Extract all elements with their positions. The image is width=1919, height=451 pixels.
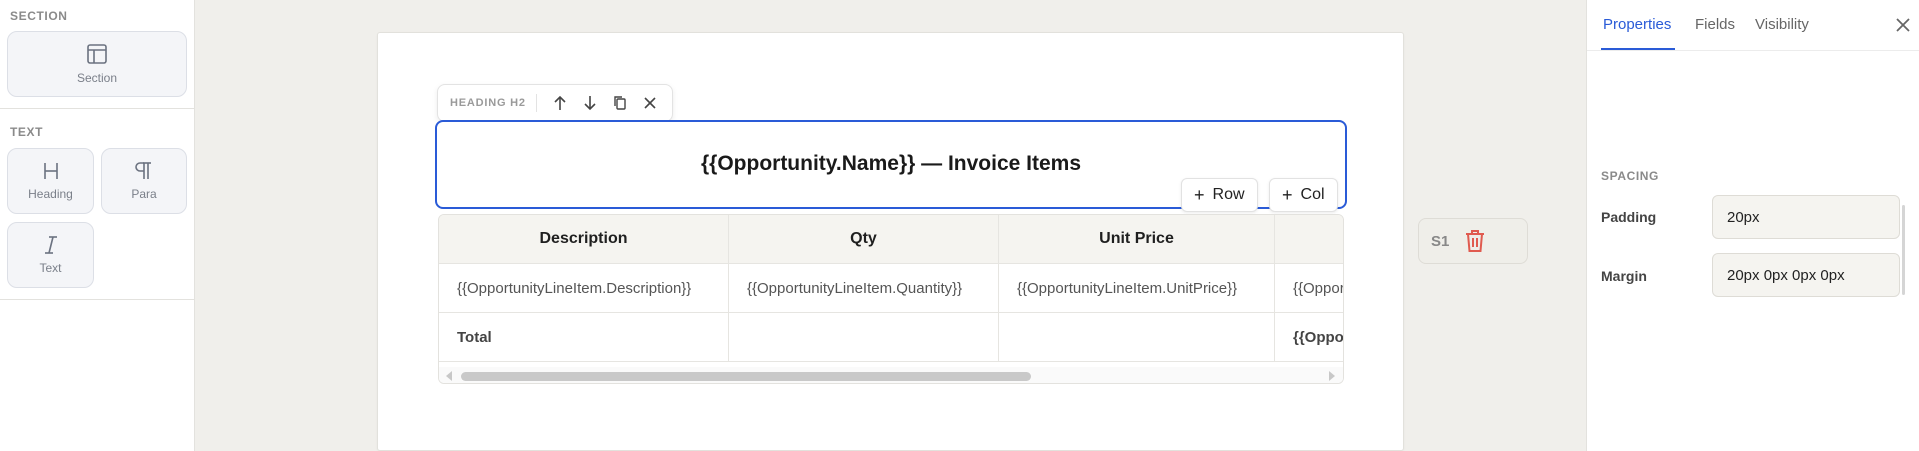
table-cell[interactable]: {{OpportunityLineItem.TotalPrice}}: [1275, 264, 1343, 312]
padding-input[interactable]: [1712, 195, 1900, 239]
table-header-cell[interactable]: Unit Price: [999, 215, 1275, 263]
add-column-label: Col: [1300, 186, 1325, 203]
move-down-button[interactable]: [575, 88, 605, 118]
palette-section-tile[interactable]: Section: [7, 31, 187, 97]
palette-divider-bottom: [0, 299, 195, 300]
table-cell[interactable]: [729, 313, 999, 361]
close-icon: [644, 97, 656, 109]
toolbar-separator: [535, 94, 537, 112]
text-group-title: TEXT: [10, 125, 44, 139]
margin-label: Margin: [1601, 268, 1647, 284]
table-row: Total {{Opportunity.Amount}}: [439, 313, 1343, 361]
palette-section-label: Section: [76, 71, 118, 85]
palette-divider: [0, 108, 195, 109]
section-badge: S1: [1418, 218, 1528, 264]
panel-scrollbar[interactable]: [1902, 205, 1905, 295]
row-divider: [439, 361, 1343, 362]
table-header-row: Description Qty Unit Price: [439, 215, 1343, 263]
scroll-right-icon[interactable]: [1329, 371, 1335, 381]
table-header-cell[interactable]: Qty: [729, 215, 999, 263]
plus-icon: +: [1194, 184, 1205, 205]
tabs-divider: [1587, 50, 1919, 51]
table-cell[interactable]: {{OpportunityLineItem.UnitPrice}}: [999, 264, 1275, 312]
tab-fields[interactable]: Fields: [1695, 16, 1735, 33]
arrow-up-icon: [554, 95, 566, 110]
table-cell[interactable]: [999, 313, 1275, 361]
close-panel-button[interactable]: [1892, 14, 1914, 36]
section-badge-label: S1: [1431, 232, 1450, 250]
margin-input[interactable]: [1712, 253, 1900, 297]
palette-text-tile[interactable]: Text: [7, 222, 94, 288]
table-cell[interactable]: Total: [439, 313, 729, 361]
trash-icon: [1466, 230, 1485, 252]
add-column-button[interactable]: + Col: [1269, 178, 1338, 212]
move-up-button[interactable]: [545, 88, 575, 118]
scroll-left-icon[interactable]: [446, 371, 452, 381]
table-row: {{OpportunityLineItem.Description}} {{Op…: [439, 264, 1343, 312]
close-icon: [1896, 18, 1910, 32]
table-header-cell[interactable]: Description: [439, 215, 729, 263]
layout-icon: [87, 44, 107, 64]
scrollbar-thumb[interactable]: [461, 372, 1031, 381]
table-horizontal-scrollbar[interactable]: [439, 367, 1343, 383]
palette-para-tile[interactable]: Para: [101, 148, 187, 214]
heading-text[interactable]: {{Opportunity.Name}} — Invoice Items: [437, 152, 1345, 176]
paragraph-icon: [135, 162, 151, 179]
palette-heading-label: Heading: [28, 187, 73, 201]
copy-icon: [614, 96, 626, 110]
heading-icon: [43, 163, 58, 179]
padding-label: Padding: [1601, 209, 1657, 225]
table-cell[interactable]: {{Opportunity.Amount}}: [1275, 313, 1343, 361]
spacing-group-title: SPACING: [1601, 169, 1659, 183]
add-row-button[interactable]: + Row: [1181, 178, 1258, 212]
block-type-label: HEADING H2: [450, 97, 526, 109]
remove-block-button[interactable]: [635, 88, 665, 118]
element-palette: SECTION Section TEXT Heading Para Text: [0, 0, 195, 451]
plus-icon: +: [1282, 184, 1293, 205]
line-items-table[interactable]: Description Qty Unit Price {{Opportunity…: [438, 214, 1344, 384]
italic-text-icon: [44, 236, 57, 254]
palette-heading-tile[interactable]: Heading: [7, 148, 94, 214]
palette-para-label: Para: [131, 187, 157, 201]
palette-text-label: Text: [39, 261, 62, 275]
tab-visibility[interactable]: Visibility: [1755, 16, 1809, 33]
properties-panel: Properties Fields Visibility SPACING Pad…: [1586, 0, 1919, 451]
section-group-title: SECTION: [10, 9, 68, 23]
table-cell[interactable]: {{OpportunityLineItem.Quantity}}: [729, 264, 999, 312]
table-header-cell[interactable]: [1275, 215, 1343, 263]
tab-properties[interactable]: Properties: [1603, 16, 1671, 33]
arrow-down-icon: [584, 96, 596, 111]
duplicate-button[interactable]: [605, 88, 635, 118]
block-toolbar: HEADING H2: [437, 84, 673, 122]
table-cell[interactable]: {{OpportunityLineItem.Description}}: [439, 264, 729, 312]
add-row-label: Row: [1212, 186, 1245, 203]
delete-section-button[interactable]: [1463, 228, 1487, 254]
